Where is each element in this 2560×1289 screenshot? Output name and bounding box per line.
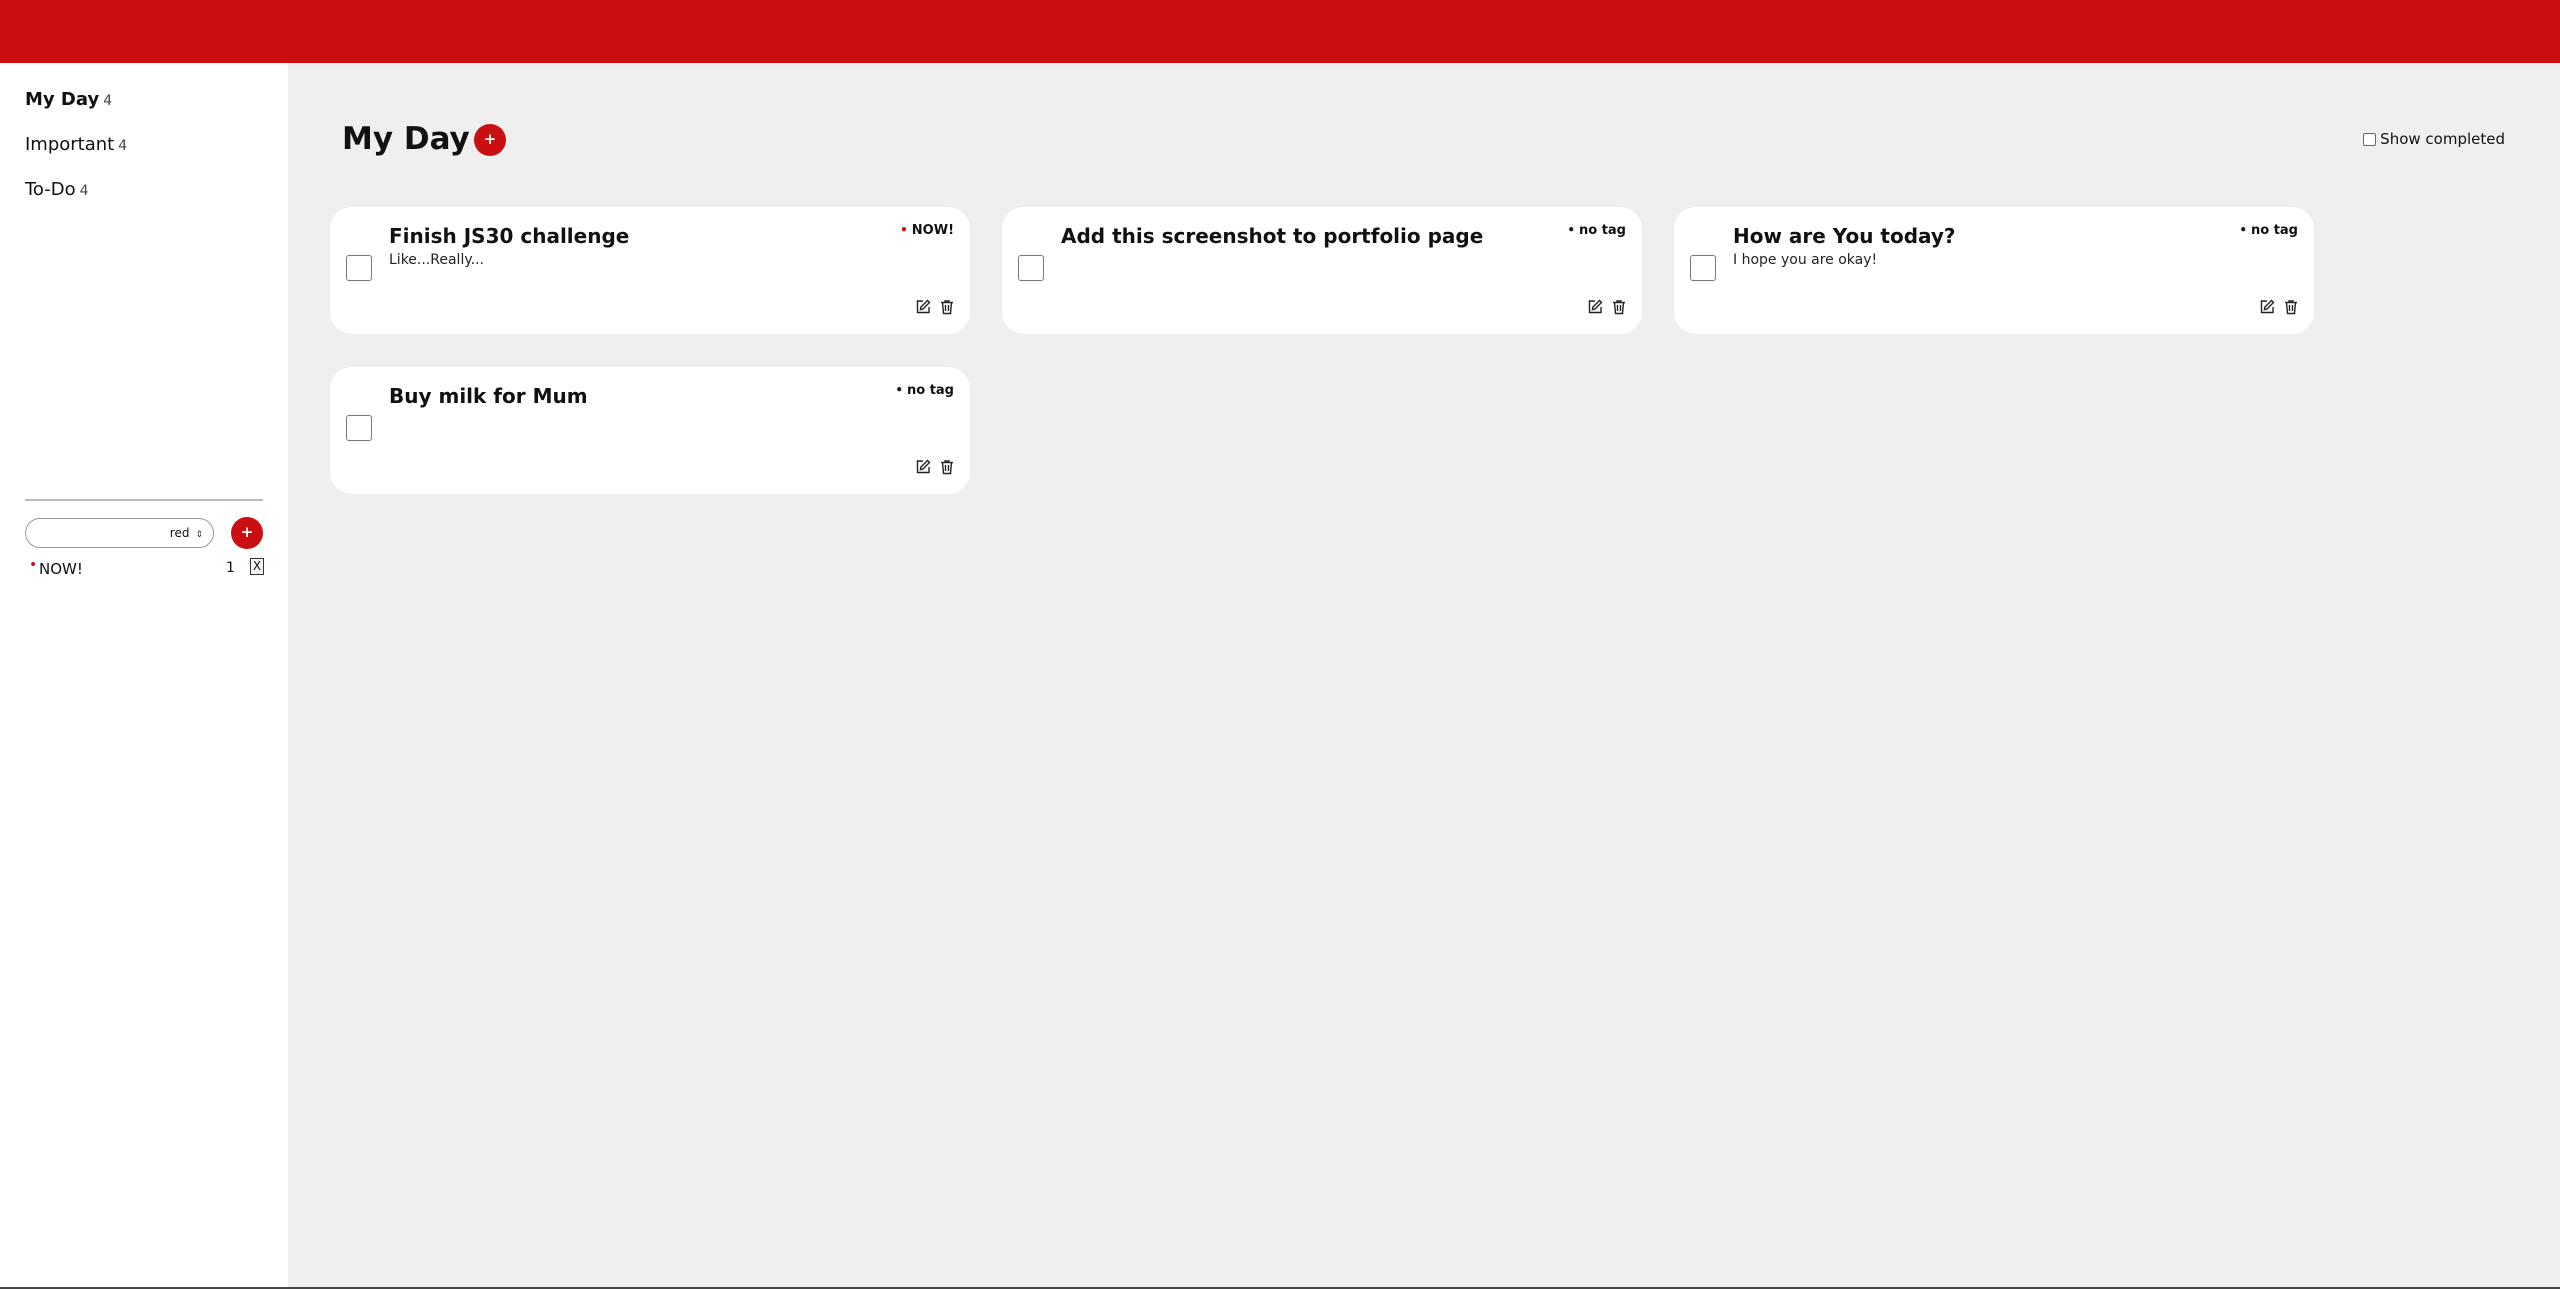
task-title: Finish JS30 challenge: [389, 224, 630, 248]
tag-color-select[interactable]: red ⇕: [170, 526, 203, 540]
edit-icon[interactable]: [914, 458, 932, 476]
task-checkbox[interactable]: [1018, 255, 1044, 281]
new-tag-input[interactable]: [36, 524, 156, 544]
task-tag-label: no tag: [906, 383, 954, 398]
new-tag-form: red ⇕: [25, 518, 214, 548]
task-checkbox[interactable]: [346, 255, 372, 281]
task-description: Like...Really...: [389, 252, 484, 268]
sidebar: My Day 4 Important 4 To-Do 4 red ⇕ + • NOW! …: [0, 63, 288, 1287]
task-tag-label: NOW!: [911, 223, 954, 238]
sidebar-item-count: 4: [103, 93, 113, 109]
remove-tag-button[interactable]: X: [250, 558, 264, 575]
sidebar-item-count: 4: [118, 138, 128, 154]
task-tag: • no tag: [1567, 223, 1626, 238]
top-bar: [0, 0, 2560, 63]
sidebar-item-todo[interactable]: To-Do 4: [25, 179, 89, 200]
task-title: Add this screenshot to portfolio page: [1061, 224, 1484, 248]
tag-dot-icon: •: [895, 383, 903, 397]
task-checkbox[interactable]: [346, 415, 372, 441]
task-card[interactable]: Add this screenshot to portfolio page • n…: [1002, 207, 1642, 334]
task-tag: • NOW!: [900, 223, 954, 238]
trash-icon[interactable]: [938, 458, 956, 476]
add-tag-button[interactable]: +: [231, 517, 263, 549]
tag-dot-icon: •: [900, 223, 908, 237]
main-content: My Day + Show completed Finish JS30 chal…: [288, 63, 2560, 1287]
tag-count: 1: [226, 560, 235, 576]
task-tag: • no tag: [895, 383, 954, 398]
trash-icon[interactable]: [2282, 298, 2300, 316]
show-completed-toggle[interactable]: Show completed: [2363, 130, 2505, 148]
select-arrows-icon: ⇕: [195, 530, 203, 540]
sidebar-item-label: Important: [25, 134, 115, 155]
task-tag-label: no tag: [1578, 223, 1626, 238]
tag-list-item[interactable]: • NOW! 1 X: [25, 557, 265, 581]
task-tag: • no tag: [2239, 223, 2298, 238]
task-card[interactable]: Buy milk for Mum • no tag: [330, 367, 970, 494]
sidebar-divider: [25, 499, 263, 501]
tag-dot-icon: •: [2239, 223, 2247, 237]
task-card[interactable]: How are You today? I hope you are okay! …: [1674, 207, 2314, 334]
edit-icon[interactable]: [2258, 298, 2276, 316]
task-title: Buy milk for Mum: [389, 384, 588, 408]
edit-icon[interactable]: [914, 298, 932, 316]
tag-name: NOW!: [39, 560, 83, 578]
trash-icon[interactable]: [1610, 298, 1628, 316]
show-completed-checkbox[interactable]: [2363, 132, 2377, 146]
tag-color-dot-icon: •: [29, 557, 38, 573]
sidebar-item-important[interactable]: Important 4: [25, 134, 127, 155]
sidebar-item-my-day[interactable]: My Day 4: [25, 89, 112, 110]
task-checkbox[interactable]: [1690, 255, 1716, 281]
show-completed-label: Show completed: [2380, 130, 2505, 148]
page-title: My Day: [342, 121, 470, 157]
edit-icon[interactable]: [1586, 298, 1604, 316]
add-task-button[interactable]: +: [474, 124, 506, 156]
task-card[interactable]: Finish JS30 challenge Like...Really... •…: [330, 207, 970, 334]
sidebar-item-label: My Day: [25, 89, 100, 110]
task-tag-label: no tag: [2250, 223, 2298, 238]
tag-dot-icon: •: [1567, 223, 1575, 237]
sidebar-item-label: To-Do: [25, 179, 76, 200]
sidebar-item-count: 4: [79, 183, 89, 199]
task-description: I hope you are okay!: [1733, 252, 1878, 268]
task-title: How are You today?: [1733, 224, 1956, 248]
trash-icon[interactable]: [938, 298, 956, 316]
tag-color-value: red: [169, 526, 190, 540]
